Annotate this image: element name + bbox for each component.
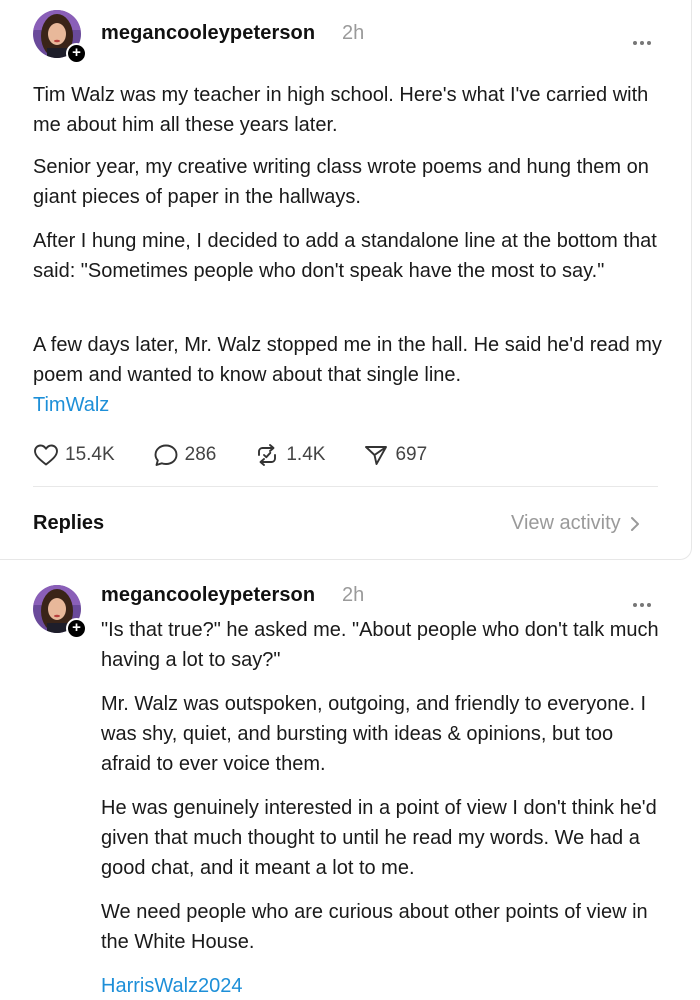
repost-button[interactable]: 1.4K [254, 443, 325, 467]
send-icon [365, 446, 388, 465]
reply-username[interactable]: megancooleypeterson [101, 584, 315, 607]
post-username[interactable]: megancooleypeterson [101, 22, 315, 45]
reply-paragraph: He was genuinely interested in a point o… [101, 797, 657, 879]
post-actions: 15.4K 286 1.4K 697 [33, 440, 465, 470]
reply-paragraph: Mr. Walz was outspoken, outgoing, and fr… [101, 693, 647, 775]
reply-more-icon[interactable] [633, 594, 657, 607]
like-count: 15.4K [65, 444, 115, 465]
reply-paragraph: "Is that true?" he asked me. "About peop… [101, 619, 659, 671]
post-more-icon[interactable] [633, 32, 657, 45]
post-paragraph: Senior year, my creative writing class w… [33, 156, 649, 208]
post-paragraph: Tim Walz was my teacher in high school. … [33, 84, 649, 136]
post-paragraph: After I hung mine, I decided to add a st… [33, 230, 657, 282]
threads-app: + megancooleypeterson 2h Tim Walz was my… [0, 0, 700, 1000]
repost-icon [258, 444, 277, 466]
replies-heading: Replies [33, 512, 105, 534]
reply-avatar[interactable]: + [33, 585, 87, 639]
reply-time: 2h [342, 584, 365, 606]
reply-paragraph: We need people who are curious about oth… [101, 901, 648, 953]
chevron-right-icon [630, 516, 639, 531]
post-avatar[interactable]: + [33, 10, 87, 64]
like-button[interactable]: 15.4K [33, 443, 115, 467]
comment-count: 286 [184, 444, 217, 465]
divider [33, 486, 658, 487]
post-paragraph: A few days later, Mr. Walz stopped me in… [33, 334, 662, 386]
follow-plus-icon[interactable]: + [66, 43, 87, 64]
share-button[interactable]: 697 [363, 443, 427, 467]
post-hashtag-link[interactable]: TimWalz [33, 394, 109, 417]
repost-count: 1.4K [286, 444, 326, 465]
share-count: 697 [395, 444, 428, 465]
comment-button[interactable]: 286 [153, 443, 217, 467]
reply-hashtag-link[interactable]: HarrisWalz2024 [101, 975, 243, 998]
view-activity-label: View activity [511, 512, 621, 534]
comment-icon [154, 444, 178, 466]
follow-plus-icon[interactable]: + [66, 618, 87, 639]
view-activity-link[interactable]: View activity [511, 512, 641, 535]
heart-icon [34, 444, 58, 466]
post-time: 2h [342, 22, 365, 44]
